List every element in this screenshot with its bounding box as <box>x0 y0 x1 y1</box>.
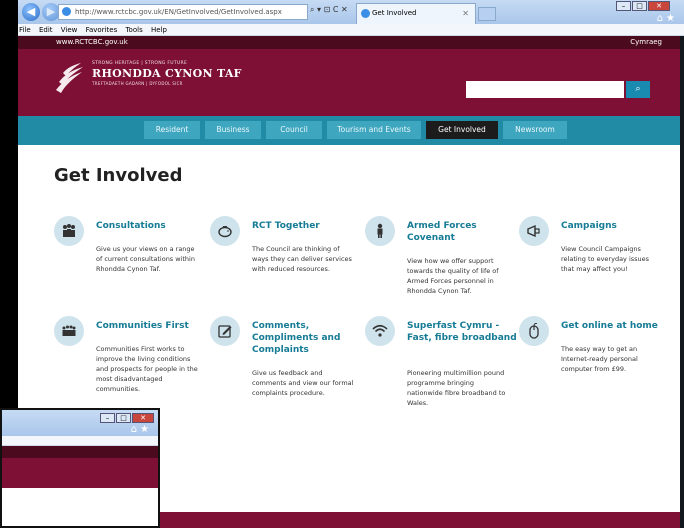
second-window-site-top-bar <box>2 446 158 458</box>
edit-icon <box>210 316 240 346</box>
card-description: Communities First works to improve the l… <box>96 345 198 393</box>
wifi-icon <box>365 316 395 346</box>
card-description: View how we offer support towards the qu… <box>407 257 499 295</box>
piggy-bank-icon <box>210 216 240 246</box>
crowd-icon <box>54 316 84 346</box>
menu-edit[interactable]: Edit <box>39 26 53 34</box>
card-title[interactable]: RCT Together <box>252 220 362 232</box>
nav-resident[interactable]: Resident <box>144 121 200 139</box>
menu-help[interactable]: Help <box>151 26 167 34</box>
address-text: http://www.rctcbc.gov.uk/EN/GetInvolved/… <box>75 8 282 16</box>
site-search-input[interactable] <box>466 81 624 98</box>
home-favorites-icons[interactable]: ⌂★ <box>131 424 152 435</box>
card-title[interactable]: Get online at home <box>561 320 671 332</box>
menu-file[interactable]: File <box>19 26 31 34</box>
nav-newsroom[interactable]: Newsroom <box>503 121 567 139</box>
browser-tab[interactable]: Get Involved ✕ <box>356 3 476 24</box>
nav-business[interactable]: Business <box>205 121 261 139</box>
browser-title-bar: ◀ ▶ http://www.rctcbc.gov.uk/EN/GetInvol… <box>18 0 684 24</box>
search-button[interactable]: ⌕ <box>626 81 650 98</box>
menu-tools[interactable]: Tools <box>125 26 142 34</box>
people-group-icon <box>54 216 84 246</box>
window-edge <box>680 36 684 528</box>
council-logo-icon[interactable] <box>52 60 86 96</box>
tab-close-icon[interactable]: ✕ <box>462 4 469 23</box>
window-controls: – □ ✕ <box>615 1 670 11</box>
main-navigation: Resident Business Council Tourism and Ev… <box>18 116 684 145</box>
minimize-icon[interactable]: – <box>100 413 115 423</box>
close-icon[interactable]: ✕ <box>132 413 154 423</box>
search-icon: ⌕ <box>635 84 641 94</box>
tab-favicon-icon <box>361 9 370 18</box>
menu-favorites[interactable]: Favorites <box>86 26 118 34</box>
site-top-bar: www.RCTCBC.gov.uk Cymraeg <box>18 36 684 49</box>
card-description: View Council Campaigns relating to every… <box>561 245 650 273</box>
logo-tagline: STRONG HERITAGE | STRONG FUTURE <box>92 61 188 66</box>
menu-bar: File Edit View Favorites Tools Help <box>18 24 684 36</box>
nav-tourism-and-events[interactable]: Tourism and Events <box>327 121 421 139</box>
close-icon[interactable]: ✕ <box>648 1 670 11</box>
second-window-controls: – □ ✕ <box>99 413 154 423</box>
page-title: Get Involved <box>54 165 183 186</box>
tab-title: Get Involved <box>372 9 417 17</box>
card-title[interactable]: Superfast Cymru - Fast, fibre broadband <box>407 320 517 344</box>
card-description: Give us your views on a range of current… <box>96 245 195 273</box>
site-favicon-icon <box>62 7 71 16</box>
card-title[interactable]: Comments, Compliments and Complaints <box>252 320 362 356</box>
card-title[interactable]: Armed Forces Covenant <box>407 220 517 244</box>
nav-get-involved[interactable]: Get Involved <box>426 121 498 139</box>
card-title[interactable]: Campaigns <box>561 220 671 232</box>
card-description: Pioneering multimillion pound programme … <box>407 369 506 407</box>
menu-view[interactable]: View <box>61 26 78 34</box>
logo-subline: TREFTADAETH GADARN | DYFODOL SICR <box>92 81 183 86</box>
address-bar[interactable]: http://www.rctcbc.gov.uk/EN/GetInvolved/… <box>58 4 308 20</box>
logo-name[interactable]: RHONDDA CYNON TAF <box>92 67 242 80</box>
maximize-icon[interactable]: □ <box>632 1 647 11</box>
home-favorites-icons[interactable]: ⌂★ <box>657 13 678 24</box>
card-title[interactable]: Consultations <box>96 220 206 232</box>
card-description: The easy way to get an Internet-ready pe… <box>561 345 638 373</box>
second-window-title-bar: – □ ✕ ⌂★ <box>2 410 158 436</box>
soldier-icon <box>365 216 395 246</box>
language-link[interactable]: Cymraeg <box>630 36 662 49</box>
new-tab-button[interactable] <box>478 7 496 21</box>
card-description: The Council are thinking of ways they ca… <box>252 245 352 273</box>
second-browser-window[interactable]: – □ ✕ ⌂★ <box>0 408 160 528</box>
card-title[interactable]: Communities First <box>96 320 206 332</box>
second-window-site-header <box>2 458 158 488</box>
card-description: Give us feedback and comments and view o… <box>252 369 354 397</box>
site-header: STRONG HERITAGE | STRONG FUTURE RHONDDA … <box>18 49 684 116</box>
back-button[interactable]: ◀ <box>22 3 40 21</box>
nav-council[interactable]: Council <box>266 121 322 139</box>
minimize-icon[interactable]: – <box>616 1 631 11</box>
site-url-link[interactable]: www.RCTCBC.gov.uk <box>56 36 128 49</box>
second-window-menu-bar <box>2 436 158 446</box>
mouse-icon <box>519 316 549 346</box>
address-tools[interactable]: ⌕ ▾ ⊡ C ✕ <box>310 5 348 15</box>
maximize-icon[interactable]: □ <box>116 413 131 423</box>
megaphone-icon <box>519 216 549 246</box>
